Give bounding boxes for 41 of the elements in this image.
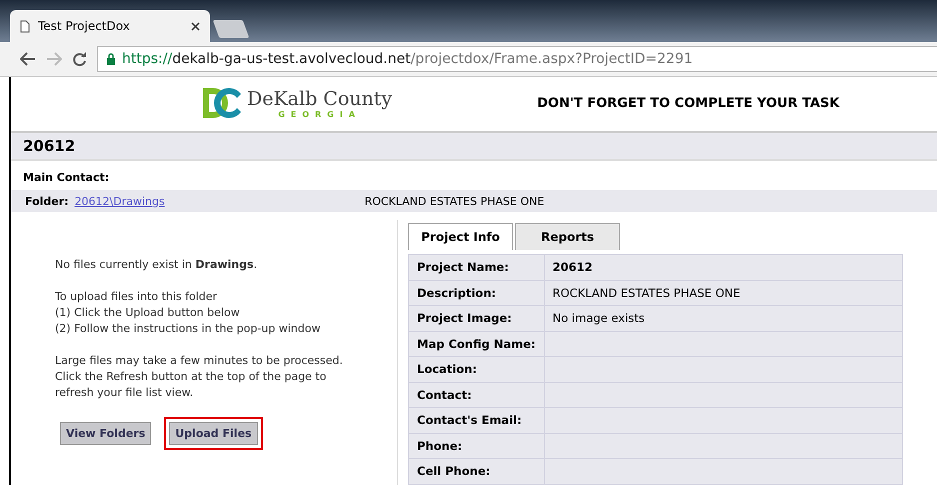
message-text: (1) Click the Upload button below xyxy=(55,305,241,321)
task-notice: DON'T FORGET TO COMPLETE YOUR TASK xyxy=(537,96,840,110)
action-button[interactable]: View Folders xyxy=(60,422,152,445)
page-icon xyxy=(20,20,30,32)
back-icon[interactable] xyxy=(20,52,36,66)
info-value: 20612 xyxy=(544,254,902,280)
lock-icon xyxy=(106,53,116,65)
action-button[interactable]: Upload Files xyxy=(169,422,258,445)
panel-tab[interactable]: Reports xyxy=(515,223,620,250)
info-label: Phone: xyxy=(408,433,544,458)
info-label: Map Config Name: xyxy=(408,331,544,356)
info-label: Description: xyxy=(408,280,544,306)
project-title: 20612 xyxy=(11,131,937,161)
info-label: Contact: xyxy=(408,382,544,408)
logo-icon xyxy=(201,86,243,120)
message-text: Large files may take a few minutes to be processed. xyxy=(55,353,344,369)
info-label: Contact's Email: xyxy=(408,408,544,433)
main-contact-label: Main Contact: xyxy=(22,170,110,186)
reload-icon[interactable] xyxy=(72,52,87,66)
logo-subtitle: GEORGIA xyxy=(277,110,362,118)
info-label: Project Image: xyxy=(408,306,544,331)
new-tab-button[interactable] xyxy=(212,20,250,38)
message-text: (2) Follow the instructions in the pop-up window xyxy=(55,321,322,337)
message-text: No files currently exist in Drawings. xyxy=(55,257,258,273)
close-icon[interactable] xyxy=(191,22,200,30)
info-label: Project Name: xyxy=(408,254,544,280)
folder-label: Folder: xyxy=(25,194,69,208)
message-text: refresh your file list view. xyxy=(55,385,194,401)
folder-description: ROCKLAND ESTATES PHASE ONE xyxy=(364,194,544,208)
message-text: Click the Refresh button at the top of the page to xyxy=(55,369,328,385)
info-label: Location: xyxy=(408,356,544,382)
address-bar[interactable]: https://dekalb-ga-us-test.avolvecloud.net/projectdox/Frame.aspx?ProjectID=2291 xyxy=(97,46,937,72)
browser-tab[interactable]: Test ProjectDox xyxy=(10,10,210,42)
panel-tab[interactable]: Project Info xyxy=(408,223,513,250)
url-text: https://dekalb-ga-us-test.avolvecloud.net/projectdox/Frame.aspx?ProjectID=2291 xyxy=(122,51,693,67)
info-label: Cell Phone: xyxy=(408,458,544,484)
logo-text: DeKalb County xyxy=(247,88,392,110)
message-text: To upload files into this folder xyxy=(55,289,218,305)
folder-link[interactable]: 20612\Drawings xyxy=(74,194,365,208)
info-value: ROCKLAND ESTATES PHASE ONE xyxy=(544,280,902,306)
info-value: No image exists xyxy=(544,306,902,331)
